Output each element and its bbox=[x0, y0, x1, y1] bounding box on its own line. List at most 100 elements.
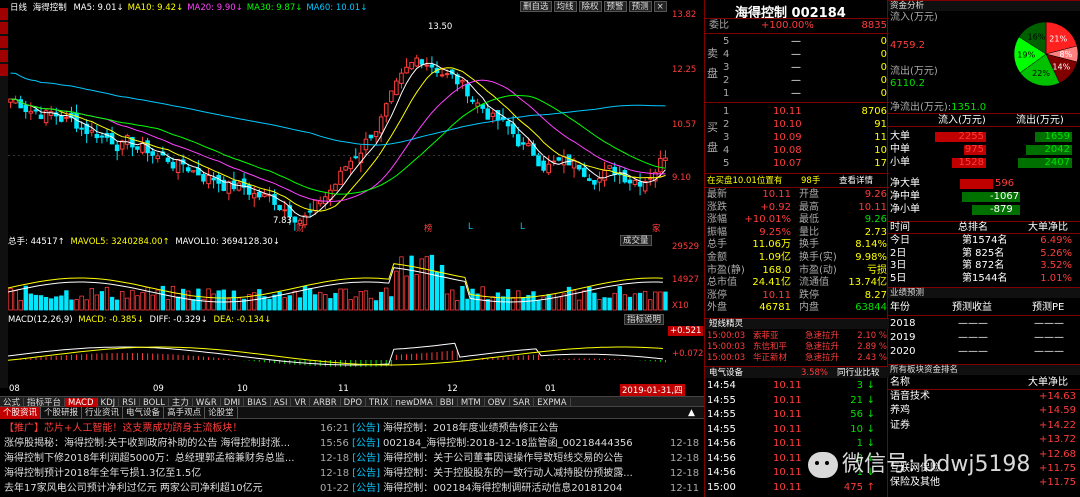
volume-bar bbox=[500, 296, 506, 311]
volume-bar bbox=[465, 298, 470, 311]
ma-line-30 bbox=[10, 94, 666, 195]
news-tab-3[interactable]: 电气设备 bbox=[123, 407, 165, 419]
stat-value: 24.41亿 bbox=[752, 277, 791, 289]
ma-label-0: MA5: 9.01↓ bbox=[73, 3, 124, 13]
candle bbox=[642, 178, 648, 195]
rank-value: 第1574名 bbox=[962, 235, 1008, 246]
candle bbox=[175, 158, 181, 180]
volume-bar bbox=[59, 295, 64, 311]
candle bbox=[109, 126, 115, 145]
stat-label-2: 市盈(动) bbox=[799, 264, 837, 276]
volume-bar bbox=[363, 290, 369, 311]
sector-rank-header: 所有板块资金排名 bbox=[888, 364, 1080, 375]
volume-button[interactable]: 成交量 bbox=[620, 235, 652, 246]
fund-title: 资金分析 bbox=[888, 0, 1080, 11]
net-value: -1067 bbox=[990, 191, 1020, 202]
forecast-eps: ——— bbox=[958, 346, 988, 357]
candle bbox=[43, 109, 49, 126]
webi-count: 8835 bbox=[861, 20, 887, 31]
stat-label: 金额 bbox=[707, 252, 727, 263]
sector-ratio: +14.22 bbox=[1038, 419, 1076, 431]
price-axis-3: 10.57 bbox=[672, 120, 697, 130]
net-row-label: 净小单 bbox=[890, 204, 920, 215]
volume-bar bbox=[637, 292, 643, 311]
tick-time: 15:00 bbox=[707, 481, 736, 493]
news-right-item[interactable]: 01-22 [公告] 海得控制：002184海得控制调研活动信息20181204 bbox=[320, 480, 704, 497]
news-tab-0[interactable]: 个股资讯 bbox=[0, 407, 42, 419]
sector-compare-button[interactable]: 同行业比较 bbox=[837, 367, 880, 379]
news-tab-4[interactable]: 高手观点 bbox=[164, 407, 206, 419]
webi-value: +100.00% bbox=[761, 20, 814, 31]
news-left-item[interactable]: 去年17家风电公司预计净利过亿元 两家公司净利超10亿元 bbox=[4, 480, 350, 497]
sector-row: 养鸡 +14.59 bbox=[888, 405, 1080, 417]
volume-bar bbox=[89, 287, 94, 311]
news-tab-2[interactable]: 行业资讯 bbox=[82, 407, 124, 419]
stat-value: 46781 bbox=[759, 302, 791, 314]
inflow-value: 4759.2 bbox=[890, 40, 925, 51]
pie-label: 16% bbox=[1028, 33, 1046, 42]
marker-cai[interactable]: 财 bbox=[296, 222, 305, 234]
candle bbox=[155, 152, 161, 163]
sell-volume: 0 bbox=[880, 36, 887, 47]
marker-jia[interactable]: 家 bbox=[652, 222, 661, 234]
candlestick-chart[interactable] bbox=[8, 14, 668, 234]
volume-bar bbox=[140, 291, 145, 311]
candle bbox=[343, 165, 348, 171]
marker-bang[interactable]: 榜 bbox=[424, 222, 433, 234]
indicator-help-button[interactable]: 指标说明 bbox=[624, 314, 665, 325]
candle bbox=[627, 177, 633, 191]
chart-tool-4[interactable]: 预测 bbox=[628, 1, 652, 12]
tick-volume: 10 bbox=[850, 423, 863, 435]
status-detail-link[interactable]: 查看详情 bbox=[839, 175, 873, 187]
net-row-label: 净大单 bbox=[890, 178, 920, 189]
volume-chart[interactable] bbox=[8, 248, 668, 312]
sell-row: 2 — 0 bbox=[705, 75, 889, 87]
net-row-label: 净中单 bbox=[890, 191, 920, 202]
chart-type-label[interactable]: 日线 bbox=[10, 3, 27, 13]
short-elf-header: 短线精灵 bbox=[705, 318, 889, 329]
volume-bar bbox=[267, 298, 272, 311]
candle bbox=[637, 173, 643, 196]
volume-bar bbox=[409, 255, 414, 311]
sell-row: 4 — 0 bbox=[705, 49, 889, 61]
candle bbox=[338, 166, 343, 185]
volume-bar bbox=[384, 287, 389, 311]
sector-ratio: +14.63 bbox=[1038, 391, 1076, 402]
chart-tool-1[interactable]: 均线 bbox=[553, 1, 577, 12]
news-tab-1[interactable]: 个股研报 bbox=[41, 407, 83, 419]
volume-header: 总手: 44517↑ MAVOL5: 3240284.00↑ MAVOL10: … bbox=[8, 236, 280, 248]
sector-ratio: +13.72 bbox=[1038, 434, 1076, 446]
short-event: 急速拉升 bbox=[805, 353, 840, 363]
candle bbox=[592, 179, 597, 190]
volume-bar bbox=[576, 299, 582, 311]
volume-bar bbox=[180, 288, 186, 311]
vertical-toolbar[interactable] bbox=[0, 8, 8, 388]
tick-price: 10.11 bbox=[773, 481, 802, 493]
volume-bar bbox=[419, 258, 424, 311]
tick-price: 10.11 bbox=[773, 380, 802, 391]
chart-tool-2[interactable]: 除权 bbox=[578, 1, 602, 12]
tick-row: 14:54 10.11 3 ↓ bbox=[705, 380, 889, 392]
volume-bar bbox=[460, 285, 465, 311]
sector-name: 养鸡 bbox=[890, 405, 910, 417]
candle bbox=[59, 111, 64, 123]
candle bbox=[383, 102, 389, 123]
chart-tool-0[interactable]: 删自选 bbox=[520, 1, 552, 12]
news-menu-icon[interactable]: ▲ bbox=[688, 408, 695, 418]
chart-tool-3[interactable]: 预警 bbox=[603, 1, 627, 12]
stat-value: 9.25% bbox=[759, 226, 791, 238]
candle bbox=[317, 196, 323, 207]
macd-chart[interactable] bbox=[8, 326, 668, 384]
marker-l2[interactable]: L bbox=[520, 222, 525, 232]
close-icon[interactable]: × bbox=[653, 1, 667, 12]
marker-l1[interactable]: L bbox=[468, 222, 473, 232]
news-tab-5[interactable]: 论股堂 bbox=[205, 407, 238, 419]
sell-row: 3 — 0 bbox=[705, 62, 889, 74]
buy-level: 1 bbox=[723, 106, 730, 117]
forecast-pe: ——— bbox=[1034, 332, 1064, 343]
short-row: 15:00:03 华正新材 急速拉升 2.43 % bbox=[705, 352, 889, 364]
candle bbox=[241, 173, 247, 195]
news-text: 海得控制：2018年度业绩预告修正公告 bbox=[383, 423, 559, 434]
tick-price: 10.11 bbox=[773, 394, 802, 406]
news-time: 15:56 bbox=[320, 438, 349, 449]
